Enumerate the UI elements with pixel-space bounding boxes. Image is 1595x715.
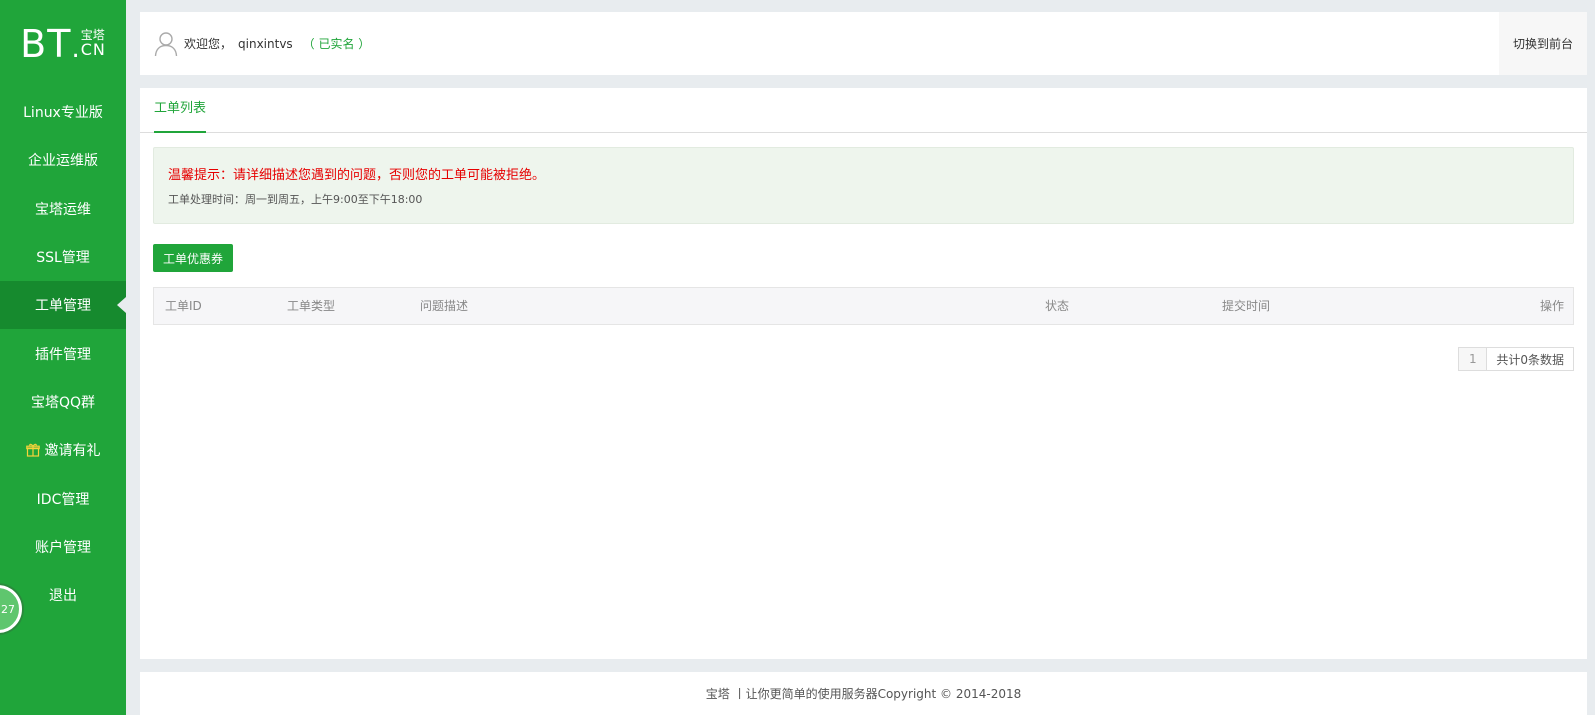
notice-warning: 温馨提示：请详细描述您遇到的问题，否则您的工单可能被拒绝。 <box>168 168 546 183</box>
logo-dot: . <box>71 34 80 64</box>
column-ticket-type[interactable]: 工单类型 <box>287 288 335 324</box>
column-description[interactable]: 问题描述 <box>420 288 468 324</box>
sidebar-item-label: 宝塔QQ群 <box>30 394 96 411</box>
sidebar-item-label: SSL管理 <box>36 250 90 267</box>
sidebar-item-account[interactable]: 账户管理 <box>0 523 126 571</box>
sidebar-item-label: 邀请有礼 <box>44 443 101 460</box>
column-submit-time[interactable]: 提交时间 <box>1222 288 1270 324</box>
sidebar-item-invite[interactable]: 邀请有礼 <box>0 426 126 474</box>
sidebar-item-ssl[interactable]: SSL管理 <box>0 233 126 281</box>
footer-copyright: 宝塔 丨让你更简单的使用服务器Copyright © 2014-2018 <box>705 687 1022 701</box>
badge-count: 27 <box>1 602 15 616</box>
column-status[interactable]: 状态 <box>1045 288 1069 324</box>
sidebar-item-label: 工单管理 <box>35 298 91 315</box>
sidebar-item-plugins[interactable]: 插件管理 <box>0 329 126 377</box>
sidebar-item-label: 退出 <box>49 588 77 605</box>
logo[interactable]: BT . 宝塔 CN <box>0 0 126 88</box>
logo-cn-bottom: CN <box>80 39 106 59</box>
notice-hours: 工单处理时间：周一到周五，上午9:00至下午18:00 <box>168 193 423 206</box>
tab-bar: 工单列表 <box>140 88 1587 133</box>
tab-ticket-list[interactable]: 工单列表 <box>154 88 207 133</box>
sidebar-item-qq-group[interactable]: 宝塔QQ群 <box>0 378 126 426</box>
top-header: 欢迎您， qinxintvs （ 已实名 ） 切换到前台 <box>140 12 1587 75</box>
sidebar-item-label: 账户管理 <box>35 539 91 556</box>
gift-icon <box>25 443 40 457</box>
sidebar-item-enterprise[interactable]: 企业运维版 <box>0 136 126 184</box>
notice-box: 温馨提示：请详细描述您遇到的问题，否则您的工单可能被拒绝。 工单处理时间：周一到… <box>153 147 1574 224</box>
page-number[interactable]: 1 <box>1459 348 1488 370</box>
main-panel: 工单列表 温馨提示：请详细描述您遇到的问题，否则您的工单可能被拒绝。 工单处理时… <box>140 88 1587 659</box>
footer: 宝塔 丨让你更简单的使用服务器Copyright © 2014-2018 <box>140 672 1587 715</box>
logo-cn: 宝塔 CN <box>81 29 106 58</box>
column-actions[interactable]: 操作 <box>1540 288 1564 324</box>
switch-to-frontend-button[interactable]: 切换到前台 <box>1499 12 1587 75</box>
logo-bt: BT <box>20 22 72 66</box>
sidebar-item-label: 插件管理 <box>35 346 91 363</box>
ticket-table-header: 工单ID 工单类型 问题描述 状态 提交时间 操作 <box>153 287 1574 325</box>
page-total: 共计0条数据 <box>1496 352 1564 367</box>
username: qinxintvs <box>238 36 293 51</box>
sidebar-nav: Linux专业版 企业运维版 宝塔运维 SSL管理 工单管理 插件管理 宝塔QQ… <box>0 88 126 619</box>
pagination: 1 共计0条数据 <box>1458 347 1574 371</box>
sidebar-item-bt-ops[interactable]: 宝塔运维 <box>0 185 126 233</box>
sidebar-item-tickets[interactable]: 工单管理 <box>0 281 126 330</box>
sidebar-item-linux-pro[interactable]: Linux专业版 <box>0 88 126 136</box>
column-ticket-id[interactable]: 工单ID <box>165 288 202 324</box>
sidebar: BT . 宝塔 CN Linux专业版 企业运维版 宝塔运维 SSL管理 工单管… <box>0 0 126 715</box>
sidebar-item-label: IDC管理 <box>36 491 90 508</box>
sidebar-item-label: 企业运维版 <box>28 153 98 170</box>
user-icon <box>154 31 178 57</box>
ticket-coupon-button[interactable]: 工单优惠券 <box>153 244 234 272</box>
sidebar-item-label: Linux专业版 <box>23 105 103 122</box>
sidebar-item-idc[interactable]: IDC管理 <box>0 474 126 522</box>
verified-status: （ 已实名 ） <box>302 37 371 51</box>
welcome-text: 欢迎您， <box>184 37 233 51</box>
sidebar-item-label: 宝塔运维 <box>35 201 91 218</box>
